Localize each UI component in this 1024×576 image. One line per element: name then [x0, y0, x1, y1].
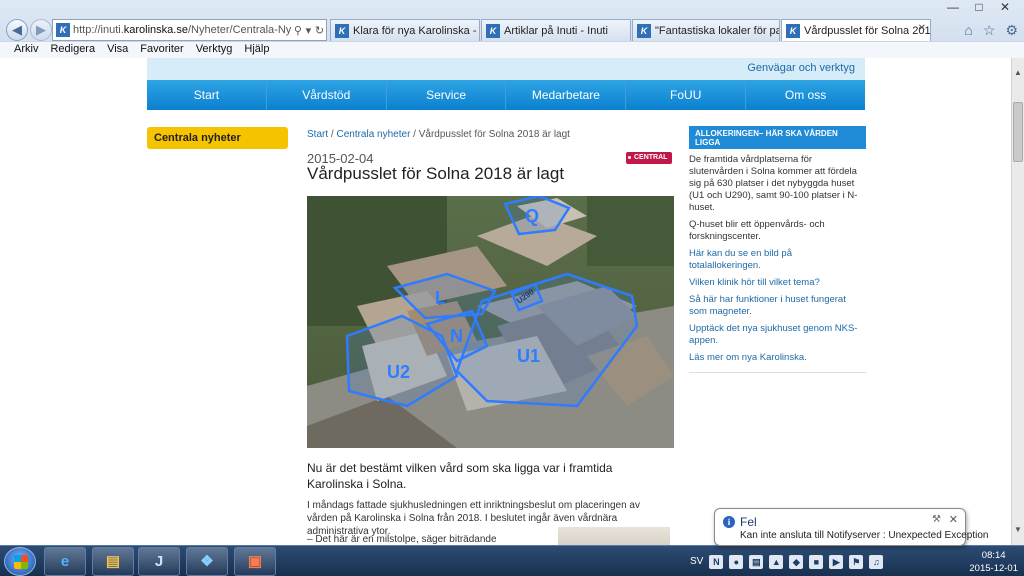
- language-indicator[interactable]: SV: [690, 556, 703, 567]
- article-inline-image: [558, 527, 670, 545]
- info-icon: i: [723, 516, 735, 528]
- system-tray: SV N ● ▤ ▲ ◆ ■ ▶ ⚑ ♫: [690, 546, 884, 576]
- notification-balloon[interactable]: i Fel ⚒ ✕ Kan inte ansluta till Notifyse…: [714, 508, 988, 546]
- karolinska-favicon: K: [56, 23, 70, 37]
- nav-vardstod[interactable]: Vårdstöd: [267, 80, 387, 110]
- browser-chrome: ◀ ▶ K http://inuti.karolinska.se/Nyheter…: [0, 0, 1024, 58]
- breadcrumb: Start / Centrala nyheter / Vårdpusslet f…: [307, 129, 570, 140]
- main-navigation: Start Vårdstöd Service Medarbetare FoUU …: [147, 80, 865, 110]
- nav-service[interactable]: Service: [387, 80, 507, 110]
- wrench-options-icon[interactable]: ⚒: [932, 514, 941, 525]
- sidebar-link-las-mer[interactable]: Läs mer om nya Karolinska.: [689, 352, 866, 364]
- forward-button[interactable]: ▶: [30, 19, 52, 41]
- tray-icon[interactable]: ●: [729, 554, 744, 569]
- sidebar-divider: [689, 372, 866, 373]
- display-icon[interactable]: ■: [809, 554, 824, 569]
- sidebar-link-totalallokering[interactable]: Här kan du se en bild på totalallokering…: [689, 248, 866, 272]
- tray-icon-3[interactable]: ▶: [829, 554, 844, 569]
- windows-logo-icon: [14, 555, 28, 569]
- sidebar-link-nks-appen[interactable]: Upptäck det nya sjukhuset genom NKS-appe…: [689, 323, 866, 347]
- scroll-up-icon[interactable]: ▲: [1012, 66, 1024, 80]
- security-shield-icon[interactable]: ▲: [769, 554, 784, 569]
- flag-icon[interactable]: ⚑: [849, 554, 864, 569]
- breadcrumb-current: / Vårdpusslet för Solna 2018 är lagt: [410, 129, 570, 140]
- page-viewport: Genvägar och verktyg Start Vårdstöd Serv…: [0, 58, 1011, 545]
- home-icon[interactable]: ⌂: [964, 22, 972, 39]
- breadcrumb-centrala-nyheter[interactable]: Centrala nyheter: [336, 129, 410, 140]
- taskbar: e ▤ J ❖ ▣ SV N ● ▤ ▲ ◆ ■ ▶ ⚑ ♫ 08:14 201…: [0, 545, 1024, 576]
- maximize-icon[interactable]: □: [968, 0, 990, 16]
- notify-app-icon[interactable]: N: [709, 554, 724, 569]
- photo-label-u2: U2: [387, 362, 410, 382]
- karolinska-favicon: K: [335, 23, 349, 38]
- volume-icon[interactable]: ♫: [869, 554, 884, 569]
- menu-arkiv[interactable]: Arkiv: [8, 42, 44, 58]
- photo-label-q: Q: [525, 206, 539, 226]
- menu-verktyg[interactable]: Verktyg: [190, 42, 239, 58]
- tab-1[interactable]: KKlara för nya Karolinska - Inuti: [330, 19, 480, 41]
- sidebar-link-magneter[interactable]: Så här har funktioner i huset fungerat s…: [689, 294, 866, 318]
- article-title: Vårdpusslet för Solna 2018 är lagt: [307, 164, 565, 183]
- network-icon[interactable]: ▤: [749, 554, 764, 569]
- karolinska-favicon: K: [786, 23, 800, 38]
- photo-label-l: L: [435, 288, 446, 308]
- presentation-app-icon[interactable]: ▣: [234, 547, 276, 576]
- clock-date: 2015-12-01: [969, 563, 1018, 574]
- tab-3[interactable]: K"Fantastiska lokaler för patient...: [632, 19, 780, 41]
- article-body-paragraph-2: – Det här är en milstolpe, säger biträda…: [307, 534, 497, 545]
- menu-hjalp[interactable]: Hjälp: [238, 42, 275, 58]
- blue-app-icon[interactable]: ❖: [186, 547, 228, 576]
- favorites-star-icon[interactable]: ☆: [983, 22, 996, 39]
- close-notification-icon[interactable]: ✕: [949, 513, 958, 526]
- sidebar-heading: ALLOKERINGEN– HÄR SKA VÅRDEN LIGGA: [689, 126, 866, 149]
- refresh-icon[interactable]: ↻: [315, 24, 324, 37]
- nav-fouu[interactable]: FoUU: [626, 80, 747, 110]
- start-button[interactable]: [4, 547, 36, 576]
- breadcrumb-start[interactable]: Start: [307, 129, 328, 140]
- karolinska-favicon: K: [486, 23, 500, 38]
- close-tab-icon[interactable]: ✕: [918, 23, 926, 34]
- notification-message: Kan inte ansluta till Notifyserver : Une…: [740, 530, 989, 541]
- notification-title: Fel: [740, 515, 757, 529]
- tray-icon-2[interactable]: ◆: [789, 554, 804, 569]
- article-ingress: Nu är det bestämt vilken vård som ska li…: [307, 461, 613, 491]
- tab-4-active[interactable]: KVårdpusslet för Solna 2018 ä... ✕: [781, 19, 931, 41]
- close-window-icon[interactable]: ✕: [994, 0, 1016, 16]
- file-explorer-icon[interactable]: ▤: [92, 547, 134, 576]
- shortcuts-link[interactable]: Genvägar och verktyg: [147, 58, 865, 80]
- vertical-scrollbar[interactable]: ▲ ▼: [1011, 58, 1024, 545]
- nav-om-oss[interactable]: Om oss: [746, 80, 865, 110]
- menu-visa[interactable]: Visa: [101, 42, 134, 58]
- menu-favoriter[interactable]: Favoriter: [134, 42, 189, 58]
- scroll-thumb[interactable]: [1013, 102, 1023, 162]
- nav-start[interactable]: Start: [147, 80, 267, 110]
- sidebar-paragraph: De framtida vårdplatserna för slutenvård…: [689, 154, 858, 213]
- aerial-photo: Q L N U1 U2 U290: [307, 196, 674, 448]
- karolinska-favicon: K: [637, 23, 651, 38]
- menu-bar: Arkiv Redigera Visa Favoriter Verktyg Hj…: [0, 41, 1024, 58]
- sidebar: ALLOKERINGEN– HÄR SKA VÅRDEN LIGGA De fr…: [689, 126, 866, 373]
- nav-medarbetare[interactable]: Medarbetare: [506, 80, 627, 110]
- left-nav-centrala-nyheter[interactable]: Centrala nyheter: [147, 127, 288, 149]
- scroll-down-icon[interactable]: ▼: [1012, 523, 1024, 537]
- photo-label-n: N: [450, 326, 463, 346]
- sidebar-link-klinik-tema[interactable]: Vilken klinik hör till vilket tema?: [689, 277, 866, 289]
- nav-app-icon[interactable]: J: [138, 547, 180, 576]
- address-bar[interactable]: K http://inuti.karolinska.se/Nyheter/Cen…: [52, 19, 327, 41]
- tab-2[interactable]: K Artiklar på Inuti - Inuti: [481, 19, 631, 41]
- settings-gear-icon[interactable]: ⚙: [1005, 22, 1018, 39]
- clock-time: 08:14: [981, 550, 1006, 561]
- category-badge[interactable]: CENTRAL: [626, 152, 673, 164]
- photo-label-u1: U1: [517, 346, 540, 366]
- system-clock[interactable]: 08:14 2015-12-01: [969, 549, 1018, 575]
- search-icon[interactable]: ⚲: [294, 24, 302, 37]
- minimize-icon[interactable]: —: [942, 0, 964, 16]
- internet-explorer-icon[interactable]: e: [44, 547, 86, 576]
- address-url[interactable]: http://inuti.karolinska.se/Nyheter/Centr…: [73, 24, 292, 36]
- back-button[interactable]: ◀: [6, 19, 28, 41]
- sidebar-paragraph-2: Q-huset blir ett öppenvårds- och forskni…: [689, 219, 825, 242]
- menu-redigera[interactable]: Redigera: [44, 42, 101, 58]
- dropdown-icon[interactable]: ▾: [306, 24, 312, 37]
